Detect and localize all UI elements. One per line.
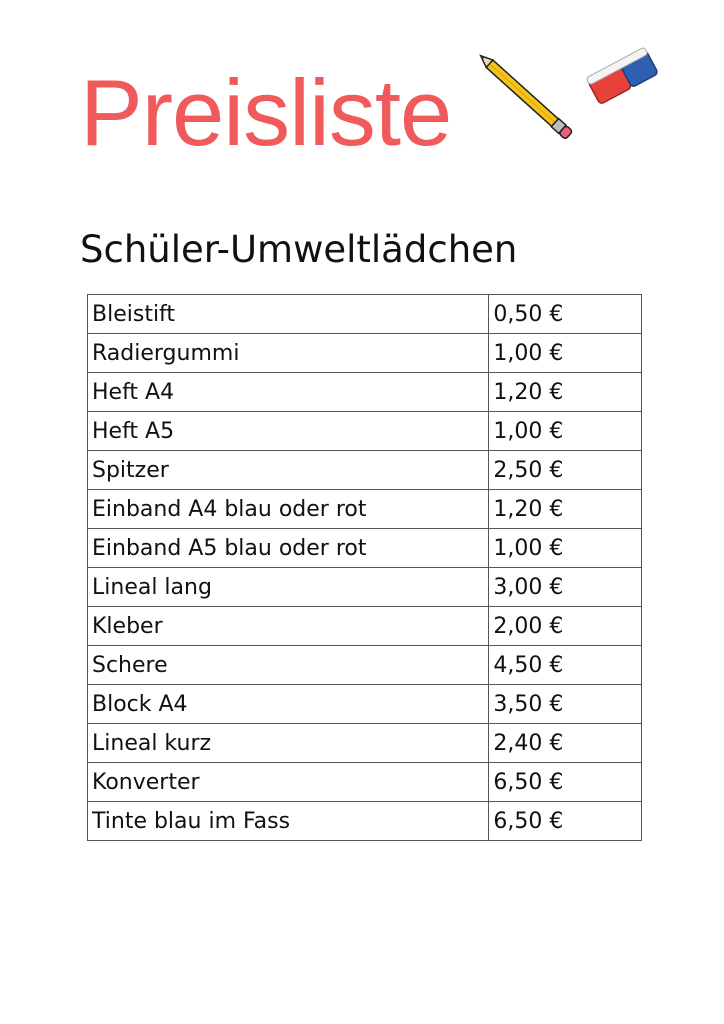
item-price: 4,50 € <box>488 645 642 685</box>
item-price: 0,50 € <box>488 294 642 334</box>
table-row: Spitzer 2,50 € <box>86 450 642 490</box>
item-name: Konverter <box>86 762 490 802</box>
item-price: 3,00 € <box>488 567 642 607</box>
shop-name: Schüler-Umweltlädchen <box>80 228 518 271</box>
item-name: Spitzer <box>86 450 490 490</box>
item-price: 1,00 € <box>488 528 642 568</box>
item-name: Heft A4 <box>86 372 490 412</box>
item-name: Tinte blau im Fass <box>86 801 490 841</box>
item-price: 1,20 € <box>488 489 642 529</box>
item-price: 3,50 € <box>488 684 642 724</box>
item-price: 2,00 € <box>488 606 642 646</box>
table-row: Einband A5 blau oder rot 1,00 € <box>86 528 642 568</box>
table-row: Schere 4,50 € <box>86 645 642 685</box>
table-row: Kleber 2,00 € <box>86 606 642 646</box>
item-name: Einband A4 blau oder rot <box>86 489 490 529</box>
item-name: Schere <box>86 645 490 685</box>
item-name: Radiergummi <box>86 333 490 373</box>
item-name: Kleber <box>86 606 490 646</box>
table-row: Bleistift 0,50 € <box>86 294 642 334</box>
item-price: 6,50 € <box>488 801 642 841</box>
item-name: Lineal lang <box>86 567 490 607</box>
table-row: Einband A4 blau oder rot 1,20 € <box>86 489 642 529</box>
price-table: Bleistift 0,50 € Radiergummi 1,00 € Heft A… <box>86 294 642 841</box>
table-row: Heft A4 1,20 € <box>86 372 642 412</box>
eraser-icon <box>586 47 658 104</box>
item-name: Einband A5 blau oder rot <box>86 528 490 568</box>
item-name: Block A4 <box>86 684 490 724</box>
table-row: Radiergummi 1,00 € <box>86 333 642 373</box>
table-row: Lineal kurz 2,40 € <box>86 723 642 763</box>
item-price: 1,00 € <box>488 411 642 451</box>
table-row: Block A4 3,50 € <box>86 684 642 724</box>
page-title: Preisliste <box>80 60 452 165</box>
item-name: Lineal kurz <box>86 723 490 763</box>
table-row: Lineal lang 3,00 € <box>86 567 642 607</box>
item-price: 1,00 € <box>488 333 642 373</box>
item-price: 2,50 € <box>488 450 642 490</box>
stationery-illustration <box>479 47 658 139</box>
table-row: Heft A5 1,00 € <box>86 411 642 451</box>
table-row: Konverter 6,50 € <box>86 762 642 802</box>
pencil-icon <box>479 54 573 139</box>
item-price: 2,40 € <box>488 723 642 763</box>
table-row: Tinte blau im Fass 6,50 € <box>86 801 642 841</box>
item-price: 6,50 € <box>488 762 642 802</box>
item-name: Heft A5 <box>86 411 490 451</box>
item-price: 1,20 € <box>488 372 642 412</box>
item-name: Bleistift <box>86 294 490 334</box>
